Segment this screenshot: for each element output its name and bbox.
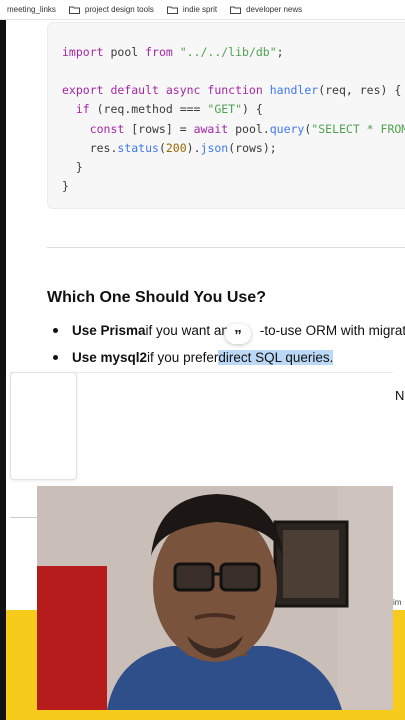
bullet-bold: Use Prisma	[72, 323, 146, 338]
code-line-2: export default async function handler(re…	[62, 83, 402, 97]
bookmark-indie-sprit[interactable]: indie sprit	[166, 5, 218, 14]
bookmark-label: developer news	[246, 5, 303, 14]
code-line-7: }	[62, 179, 69, 193]
bullet-dot	[53, 355, 58, 360]
overflow-label: im	[393, 598, 402, 607]
section-divider	[47, 247, 405, 248]
bullet-bold: Use mysql2	[72, 350, 148, 365]
folder-icon	[166, 6, 178, 14]
code-block: import pool from "../../lib/db"; export …	[47, 22, 405, 209]
folder-icon	[68, 6, 80, 14]
webcam-frame	[37, 486, 393, 710]
bullet-text: if you prefer	[147, 350, 219, 365]
bookmarks-bar: meeting_links project design tools indie…	[0, 0, 405, 20]
bookmark-label: meeting_links	[7, 5, 56, 14]
code-line-3: if (req.method === "GET") {	[62, 102, 263, 116]
divider	[10, 517, 40, 518]
bullet-dot	[53, 328, 58, 333]
overflow-text: N	[395, 388, 405, 403]
code-line-6: }	[62, 160, 83, 174]
code-line-5: res.status(200).json(rows);	[62, 141, 277, 155]
section-heading: Which One Should You Use?	[47, 289, 266, 306]
bookmark-project-design-tools[interactable]: project design tools	[68, 5, 154, 14]
webcam-video	[37, 486, 393, 710]
bookmark-developer-news[interactable]: developer news	[230, 5, 302, 14]
folder-icon	[230, 6, 242, 14]
bullet-text: if you want an	[145, 323, 229, 338]
bullet-item-mysql2: Use mysql2 if you prefer direct SQL quer…	[53, 350, 334, 365]
code-line-4: const [rows] = await pool.query("SELECT …	[62, 122, 405, 136]
bookmark-label: project design tools	[84, 5, 154, 14]
bookmark-label: indie sprit	[182, 5, 218, 14]
quote-button[interactable]: ”	[225, 324, 251, 344]
bookmark-meeting-links[interactable]: meeting_links	[7, 5, 56, 14]
selected-text[interactable]: direct SQL queries.	[218, 350, 334, 365]
popup-card[interactable]	[10, 372, 77, 480]
bullet-text: -to-use ORM with migratio	[259, 323, 405, 338]
code-line-1: import pool from "../../lib/db";	[62, 45, 284, 59]
